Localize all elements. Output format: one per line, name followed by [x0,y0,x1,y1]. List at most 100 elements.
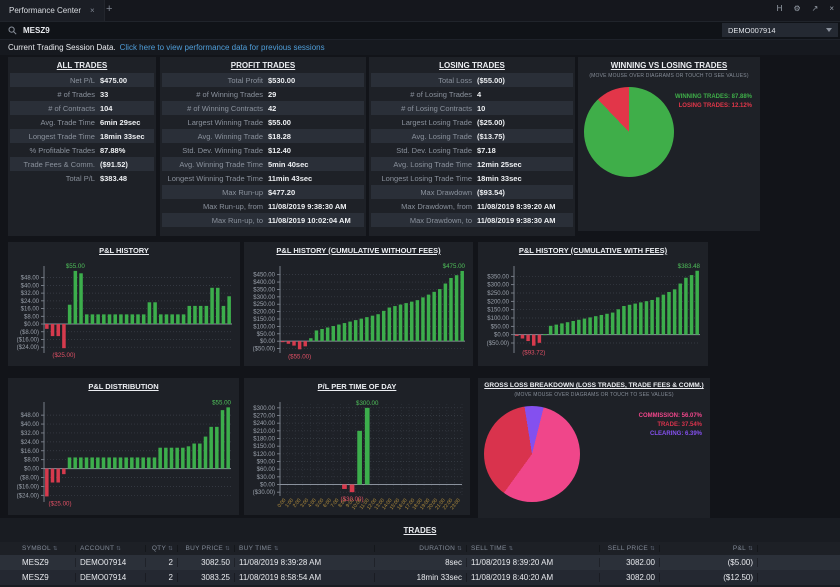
chart-panel-p-l-history-cumulative-with-fees: P&L HISTORY (CUMULATIVE WITH FEES)$350.0… [478,242,708,366]
stat-value: 5min 40sec [268,160,364,169]
stat-label: Longest Trade Time [10,132,100,141]
stat-value: 12min 25sec [477,160,573,169]
tab-title: Performance Center [9,6,81,15]
legend-item-clearing: CLEARING: 6.39% [580,430,702,439]
svg-text:$150.00: $150.00 [253,444,275,450]
stat-row: Avg. Losing Trade($13.75) [371,129,573,143]
svg-text:($16.00): ($16.00) [17,484,39,490]
stat-value: $12.40 [268,146,364,155]
svg-text:$90.00: $90.00 [257,460,276,466]
window-close-icon[interactable]: × [829,4,834,13]
sort-icon[interactable]: ⇅ [168,546,173,552]
sort-icon[interactable]: ⇅ [509,546,514,552]
stat-value: $383.48 [100,174,154,183]
settings-gear-icon[interactable]: ⚙ [793,4,800,13]
stat-value: 104 [100,104,154,113]
svg-text:$300.00: $300.00 [356,400,379,407]
bar-chart[interactable]: $48.00$40.00$32.00$24.00$16.00$8.00$0.00… [10,257,238,364]
bar-chart[interactable]: $48.00$40.00$32.00$24.00$16.00$8.00$0.00… [10,393,237,513]
column-header-p-l[interactable]: P&L⇅ [660,545,758,552]
stat-row: Longest Trade Time18min 33sec [10,129,154,143]
column-header-qty[interactable]: QTY⇅ [146,545,178,552]
svg-text:($55.00): ($55.00) [288,353,311,360]
cell-buy-price: 3082.50 [178,558,235,567]
cell-duration: 18min 33sec [375,573,467,582]
symbol-search-input[interactable]: MESZ9 [23,26,50,35]
sort-icon[interactable]: ⇅ [274,546,279,552]
pie-chart-winning-vs-losing-trades[interactable] [584,87,674,177]
bar-chart[interactable]: $300.00$270.00$240.00$210.00$180.00$150.… [246,393,468,513]
svg-text:$350.00: $350.00 [253,287,275,293]
stat-row: Avg. Trade Time6min 29sec [10,115,154,129]
svg-text:$250.00: $250.00 [487,291,509,297]
svg-text:$300.00: $300.00 [253,295,275,301]
tab-bar: Performance Center × + H ⚙ ↗ × [0,0,840,22]
svg-text:($25.00): ($25.00) [52,352,75,359]
column-header-sell-time[interactable]: SELL TIME⇅ [467,545,600,552]
svg-text:$50.00: $50.00 [491,324,510,330]
help-icon[interactable]: H [777,4,783,13]
stat-value: 4 [477,90,573,99]
stats-panel-losing-trades: LOSING TRADESTotal Loss($55.00)# of Losi… [369,57,575,236]
cell-account: DEMO07914 [76,558,146,567]
pie-legend: WINNING TRADES: 87.88%LOSING TRADES: 12.… [674,93,760,177]
stat-rows: Total Profit$530.00# of Winning Trades29… [160,73,366,227]
stat-value: ($25.00) [477,118,573,127]
column-header-buy-time[interactable]: BUY TIME⇅ [235,545,375,552]
trade-row[interactable]: MESZ9DEMO0791423082.5011/08/2019 8:39:28… [0,555,840,570]
column-header-sell-price[interactable]: SELL PRICE⇅ [600,545,660,552]
stat-row: Trade Fees & Comm.($91.52) [10,157,154,171]
bar-chart[interactable]: $350.00$300.00$250.00$200.00$150.00$100.… [480,257,706,364]
sort-icon[interactable]: ⇅ [748,546,753,552]
stat-row: Max Drawdown, from11/08/2019 8:39:20 AM [371,199,573,213]
svg-text:$0.00: $0.00 [260,339,276,345]
cell-sell-price: 3082.00 [600,558,660,567]
svg-text:($50.00): ($50.00) [487,341,509,347]
sort-icon[interactable]: ⇅ [53,546,58,552]
stat-label: # of Winning Contracts [162,104,268,113]
stat-label: Std. Dev. Losing Trade [371,146,477,155]
sort-icon[interactable]: ⇅ [457,546,462,552]
stat-value: $55.00 [268,118,364,127]
legend-item-trade: TRADE: 37.54% [580,421,702,430]
cell-symbol: MESZ9 [18,573,76,582]
svg-text:$450.00: $450.00 [253,273,275,279]
cell-p-l: ($12.50) [660,573,758,582]
svg-text:$150.00: $150.00 [487,308,509,314]
session-info-bar: Current Trading Session Data. Click here… [0,40,840,55]
sort-icon[interactable]: ⇅ [116,546,121,552]
stat-row: # of Losing Trades4 [371,87,573,101]
column-header-duration[interactable]: DURATION⇅ [375,545,467,552]
svg-text:$250.00: $250.00 [253,302,275,308]
stat-row: # of Winning Contracts42 [162,101,364,115]
stat-row: Largest Winning Trade$55.00 [162,115,364,129]
column-header-account[interactable]: ACCOUNT⇅ [76,545,146,552]
svg-text:$0.00: $0.00 [24,322,40,328]
popout-icon[interactable]: ↗ [812,4,819,13]
stat-row: Net P/L$475.00 [10,73,154,87]
pie-chart-gross-loss-breakdown-loss-trades-trade-fees-comm[interactable] [484,406,580,502]
column-header-symbol[interactable]: SYMBOL⇅ [18,545,76,552]
svg-text:$60.00: $60.00 [257,467,276,473]
trade-row[interactable]: MESZ9DEMO0791423083.2511/08/2019 8:58:54… [0,570,840,585]
tab-performance-center[interactable]: Performance Center × [0,0,105,21]
panel-subtitle: (MOVE MOUSE OVER DIAGRAMS OR TOUCH TO SE… [478,392,710,398]
chart-area: $450.00$400.00$350.00$300.00$250.00$200.… [246,257,471,364]
sort-icon[interactable]: ⇅ [650,546,655,552]
new-tab-icon[interactable]: + [106,3,112,15]
session-status-text: Current Trading Session Data. [8,43,116,52]
svg-text:$100.00: $100.00 [253,324,275,330]
previous-sessions-link[interactable]: Click here to view performance data for … [120,43,325,52]
svg-text:$16.00: $16.00 [21,449,40,455]
svg-text:$270.00: $270.00 [253,414,275,420]
cell-qty: 2 [146,573,178,582]
stat-value: ($91.52) [100,160,154,169]
svg-text:$40.00: $40.00 [21,283,40,289]
tab-close-icon[interactable]: × [90,6,95,15]
column-header-buy-price[interactable]: BUY PRICE⇅ [178,545,235,552]
bar-chart[interactable]: $450.00$400.00$350.00$300.00$250.00$200.… [246,257,471,364]
sort-icon[interactable]: ⇅ [225,546,230,552]
svg-text:($8.00): ($8.00) [20,330,39,336]
account-selector-dropdown[interactable]: DEMO007914 [722,23,838,37]
stat-value: 11min 43sec [268,174,364,183]
